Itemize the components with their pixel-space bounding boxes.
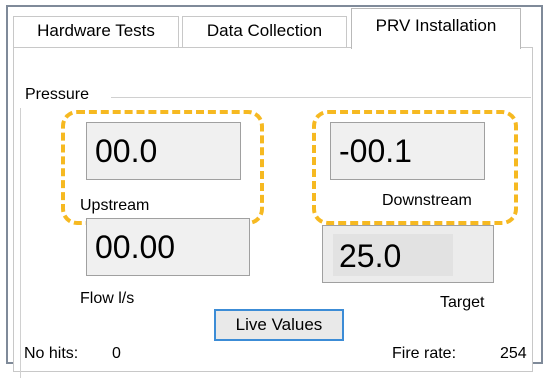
target-input[interactable]: 25.0 — [333, 234, 453, 276]
pressure-group-border — [111, 97, 531, 98]
upstream-label: Upstream — [80, 197, 150, 214]
pressure-group-border-left — [20, 108, 21, 378]
tab-data-collection[interactable]: Data Collection — [182, 16, 347, 48]
tab-prv-installation[interactable]: PRV Installation — [351, 8, 521, 49]
flow-value: 00.00 — [86, 218, 250, 276]
pressure-group-title: Pressure — [25, 86, 93, 104]
flow-label: Flow l/s — [80, 290, 135, 307]
live-values-button[interactable]: Live Values — [214, 309, 344, 341]
no-hits-label: No hits: — [24, 345, 79, 362]
fire-rate-value: 254 — [500, 345, 527, 362]
target-field[interactable]: 25.0 — [322, 225, 494, 283]
no-hits-value: 0 — [112, 345, 121, 362]
target-label: Target — [440, 294, 485, 311]
tab-hardware-tests[interactable]: Hardware Tests — [13, 16, 179, 48]
fire-rate-label: Fire rate: — [392, 345, 457, 362]
downstream-label: Downstream — [382, 192, 472, 209]
